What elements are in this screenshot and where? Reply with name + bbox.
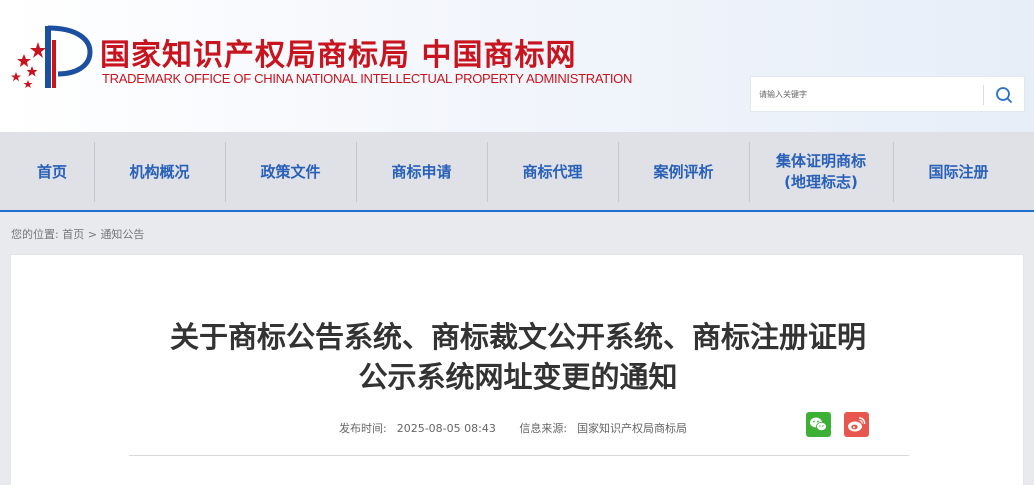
nav-item-application[interactable]: 商标申请 — [356, 142, 487, 202]
nav-item-label: 商标申请 — [391, 162, 452, 181]
article-title-line: 公示系统网址变更的通知 — [358, 360, 678, 394]
nav-item-organization[interactable]: 机构概况 — [94, 142, 225, 202]
nav-item-home[interactable]: 首页 — [0, 142, 104, 202]
nav-item-policy[interactable]: 政策文件 — [225, 142, 356, 202]
search-button[interactable] — [991, 83, 1017, 107]
search-divider — [983, 85, 984, 105]
breadcrumb-separator: > — [87, 228, 97, 241]
publish-time-value: 2025-08-05 08:43 — [396, 422, 496, 435]
weibo-icon — [848, 417, 866, 432]
breadcrumb-current-link[interactable]: 通知公告 — [100, 228, 144, 241]
breadcrumb-home-link[interactable]: 首页 — [62, 228, 84, 241]
site-name-en: TRADEMARK OFFICE OF CHINA NATIONAL INTEL… — [102, 71, 633, 86]
search-bar — [750, 76, 1025, 112]
site-header: 国家知识产权局商标局 中国商标网 TRADEMARK OFFICE OF CHI… — [0, 0, 1034, 132]
nav-item-label: (地理标志) — [784, 173, 858, 191]
nav-item-label: 首页 — [36, 162, 67, 181]
nav-item-label: 国际注册 — [928, 162, 989, 181]
nav-item-label: 机构概况 — [129, 162, 190, 181]
site-name-cn[interactable]: 国家知识产权局商标局 中国商标网 — [100, 30, 576, 74]
nav-item-international[interactable]: 国际注册 — [893, 142, 1024, 202]
article-panel: 关于商标公告系统、商标裁文公开系统、商标注册证明 公示系统网址变更的通知 发布时… — [10, 254, 1024, 485]
nav-item-label: 案例评析 — [653, 162, 714, 181]
nav-item-label: 商标代理 — [522, 162, 583, 181]
nav-item-label: 集体证明商标 — [775, 152, 866, 170]
article-title: 关于商标公告系统、商标裁文公开系统、商标注册证明 公示系统网址变更的通知 — [11, 317, 1025, 397]
wechat-icon — [810, 417, 827, 432]
nav-item-collective-marks[interactable]: 集体证明商标 (地理标志) — [749, 142, 893, 202]
publish-label: 发布时间: — [339, 422, 387, 435]
main-nav: 首页 机构概况 政策文件 商标申请 商标代理 案例评析 集体证明商标 (地理标志… — [0, 132, 1034, 212]
share-wechat-button[interactable] — [806, 412, 831, 437]
nav-item-cases[interactable]: 案例评析 — [618, 142, 749, 202]
article-title-line: 关于商标公告系统、商标裁文公开系统、商标注册证明 — [169, 320, 866, 354]
search-input[interactable] — [759, 85, 979, 103]
meta-divider — [129, 455, 909, 456]
source-label: 信息来源: — [519, 422, 568, 435]
nav-item-agency[interactable]: 商标代理 — [487, 142, 618, 202]
breadcrumb: 您的位置: 首页 > 通知公告 — [11, 226, 144, 242]
nav-item-label: 政策文件 — [260, 162, 321, 181]
publish-time: 发布时间: 2025-08-05 08:43 — [339, 422, 506, 435]
share-weibo-button[interactable] — [844, 412, 869, 437]
breadcrumb-prefix: 您的位置: — [11, 228, 59, 241]
source-value: 国家知识产权局商标局 — [577, 422, 688, 435]
search-icon — [996, 87, 1013, 104]
article-meta: 发布时间: 2025-08-05 08:43 信息来源: 国家知识产权局商标局 — [339, 420, 707, 436]
info-source: 信息来源: 国家知识产权局商标局 — [519, 422, 697, 435]
cnipa-emblem-icon[interactable] — [8, 22, 94, 92]
